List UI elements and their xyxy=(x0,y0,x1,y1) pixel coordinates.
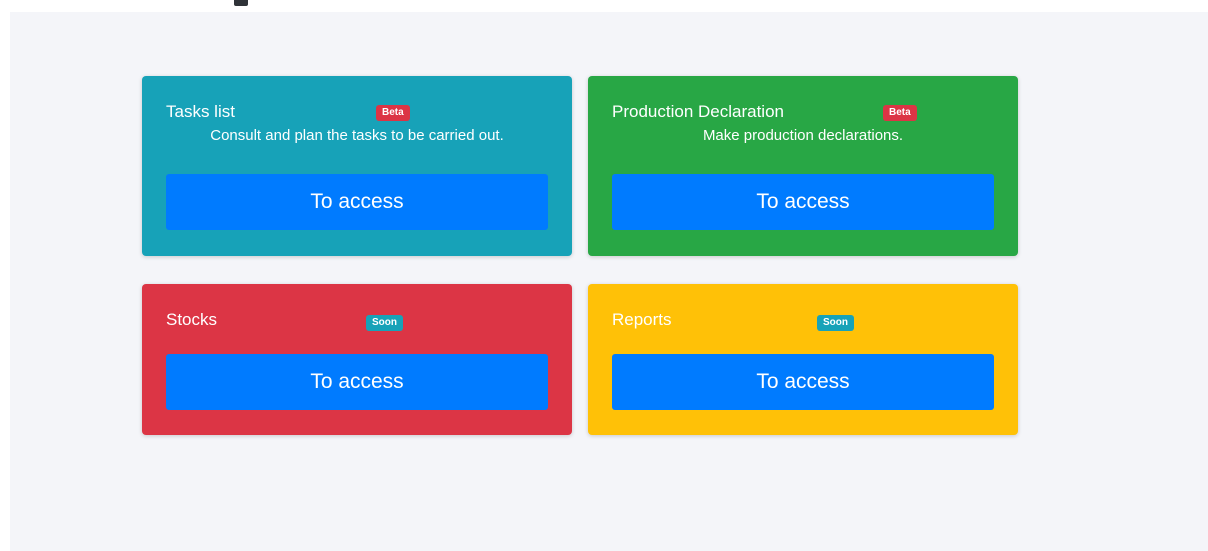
card-stocks: Stocks Soon To access xyxy=(142,284,572,435)
page-title-strip xyxy=(0,0,1208,12)
beta-badge: Beta xyxy=(883,105,917,121)
card-title: Production Declaration xyxy=(612,102,784,121)
card-description: Make production declarations. xyxy=(702,127,904,144)
card-title: Reports xyxy=(612,310,672,329)
beta-badge: Beta xyxy=(376,105,410,121)
page: Tasks list Beta Consult and plan the tas… xyxy=(0,0,1208,551)
card-header: Reports Soon xyxy=(612,308,994,332)
soon-badge: Soon xyxy=(817,315,854,331)
card-header: Production Declaration Beta xyxy=(612,100,994,124)
soon-badge: Soon xyxy=(366,315,403,331)
card-reports: Reports Soon To access xyxy=(588,284,1018,435)
stocks-access-button[interactable]: To access xyxy=(166,354,548,410)
card-production-declaration: Production Declaration Beta Make product… xyxy=(588,76,1018,256)
tasks-list-access-button[interactable]: To access xyxy=(166,174,548,230)
reports-access-button[interactable]: To access xyxy=(612,354,994,410)
page-title-fragment xyxy=(234,0,248,6)
card-tasks-list: Tasks list Beta Consult and plan the tas… xyxy=(142,76,572,256)
card-title: Stocks xyxy=(166,310,218,329)
card-title: Tasks list xyxy=(166,102,235,121)
card-header: Tasks list Beta xyxy=(166,100,548,124)
content-panel: Tasks list Beta Consult and plan the tas… xyxy=(10,12,1208,551)
production-declaration-access-button[interactable]: To access xyxy=(612,174,994,230)
card-description: Consult and plan the tasks to be carried… xyxy=(210,127,504,144)
card-header: Stocks Soon xyxy=(166,308,548,332)
